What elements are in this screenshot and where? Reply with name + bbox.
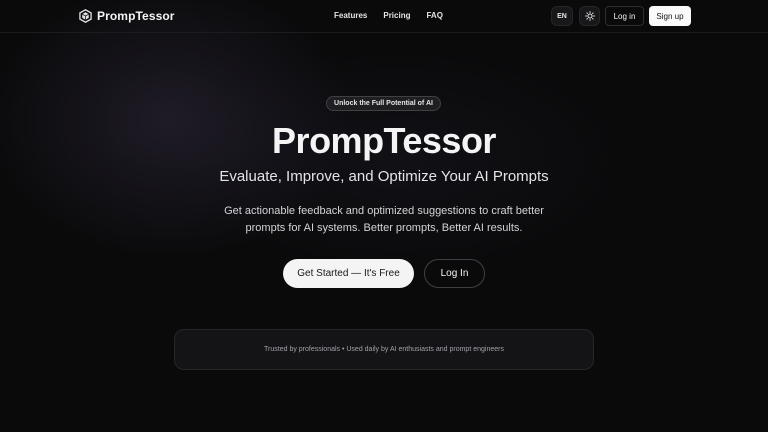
signup-button[interactable]: Sign up — [649, 6, 691, 26]
hero-subtitle: Evaluate, Improve, and Optimize Your AI … — [219, 168, 549, 185]
hexagon-cube-icon — [79, 9, 92, 23]
get-started-button[interactable]: Get Started — It's Free — [283, 259, 414, 288]
hero-description: Get actionable feedback and optimized su… — [224, 205, 544, 234]
trust-banner: Trusted by professionals • Used daily by… — [174, 329, 594, 370]
hero-login-button[interactable]: Log In — [424, 259, 485, 288]
brand-logo[interactable]: PrompTessor — [79, 9, 175, 23]
hero-badge: Unlock the Full Potential of AI — [326, 96, 441, 111]
brand-name: PrompTessor — [97, 9, 175, 23]
sun-icon — [584, 11, 595, 21]
trust-text: Trusted by professionals • Used daily by… — [264, 346, 504, 353]
hero-title: PrompTessor — [272, 120, 496, 161]
main-nav: Features Pricing FAQ — [334, 11, 443, 20]
nav-features[interactable]: Features — [334, 11, 367, 20]
language-button[interactable]: EN — [551, 6, 573, 26]
nav-faq[interactable]: FAQ — [426, 11, 442, 20]
login-button[interactable]: Log in — [605, 6, 644, 26]
theme-toggle-button[interactable] — [579, 6, 600, 26]
top-navbar: PrompTessor Features Pricing FAQ EN Log … — [0, 0, 768, 33]
nav-pricing[interactable]: Pricing — [383, 11, 410, 20]
